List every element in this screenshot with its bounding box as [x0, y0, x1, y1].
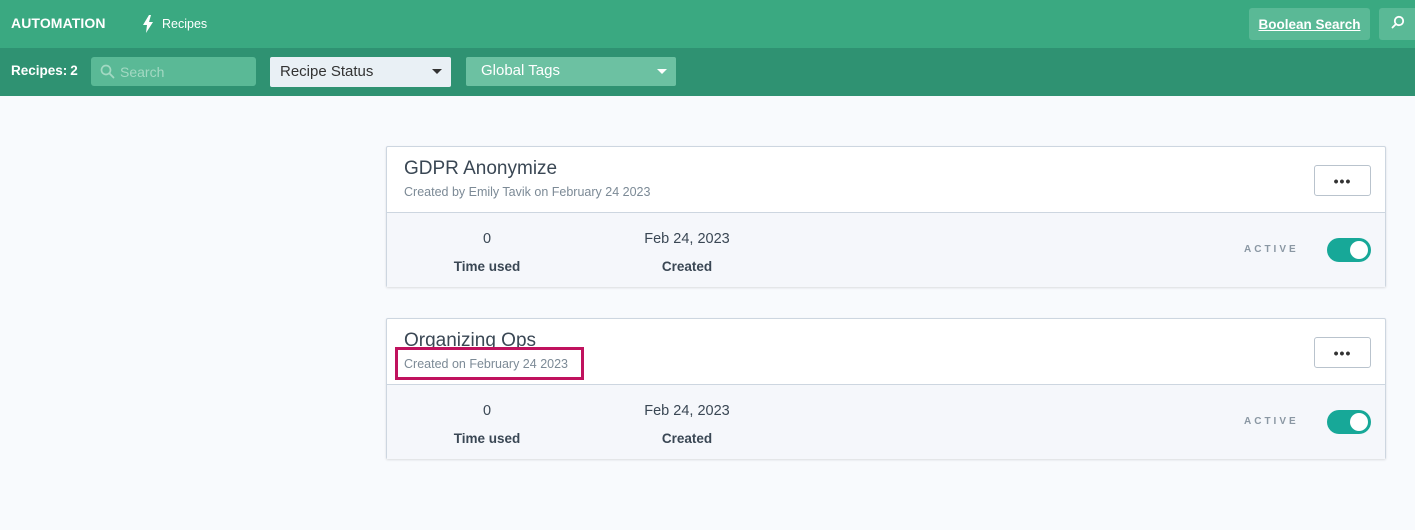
more-icon: ••• — [1333, 344, 1352, 361]
recipes-count-value: 2 — [70, 63, 78, 78]
recipe-subtitle: Created by Emily Tavik on February 24 20… — [404, 185, 651, 199]
status-label: ACTIVE — [1244, 244, 1299, 255]
created-date-value: Feb 24, 2023 — [644, 403, 730, 419]
toggle-knob — [1350, 413, 1368, 431]
recipe-card-stats: 0 Time used Feb 24, 2023 Created ACTIVE — [387, 213, 1385, 287]
created-label: Created — [661, 259, 713, 274]
recipe-card-header: GDPR Anonymize Created by Emily Tavik on… — [387, 147, 1385, 213]
status-label: ACTIVE — [1244, 416, 1299, 427]
times-used-stat: 0 Time used — [412, 403, 562, 446]
created-label: Created — [661, 431, 713, 446]
chevron-down-icon — [432, 69, 442, 74]
toggle-knob — [1350, 241, 1368, 259]
more-options-button[interactable]: ••• — [1314, 337, 1371, 368]
created-stat: Feb 24, 2023 Created — [612, 231, 762, 274]
recipe-status-dropdown[interactable]: Recipe Status — [270, 57, 451, 87]
recipe-card[interactable]: GDPR Anonymize Created by Emily Tavik on… — [386, 146, 1386, 287]
app-title[interactable]: AUTOMATION — [11, 15, 106, 31]
search-input[interactable] — [120, 57, 250, 86]
recipe-subtitle: Created on February 24 2023 — [404, 357, 568, 371]
boolean-search-button[interactable]: Boolean Search — [1249, 8, 1370, 40]
search-icon — [1391, 15, 1405, 34]
more-icon: ••• — [1333, 172, 1352, 189]
more-options-button[interactable]: ••• — [1314, 165, 1371, 196]
recipe-title[interactable]: GDPR Anonymize — [404, 158, 557, 180]
global-tags-dropdown[interactable]: Global Tags — [466, 57, 676, 86]
chevron-down-icon — [657, 69, 667, 74]
nav-recipes-label: Recipes — [162, 17, 208, 31]
times-used-value: 0 — [482, 231, 492, 247]
active-toggle[interactable] — [1327, 238, 1371, 262]
top-nav-bar: AUTOMATION Recipes Boolean Search — [0, 0, 1415, 48]
recipes-count-label: Recipes: — [11, 63, 68, 78]
times-used-label: Time used — [453, 259, 521, 274]
recipe-title[interactable]: Organizing Ops — [404, 330, 536, 352]
times-used-value: 0 — [482, 403, 492, 419]
created-stat: Feb 24, 2023 Created — [612, 403, 762, 446]
created-date-value: Feb 24, 2023 — [644, 231, 730, 247]
recipe-status-value: Recipe Status — [280, 63, 374, 80]
recipe-card[interactable]: Organizing Ops Created on February 24 20… — [386, 318, 1386, 459]
global-search-button[interactable] — [1379, 8, 1415, 40]
nav-recipes[interactable]: Recipes — [143, 13, 207, 35]
lightning-icon — [143, 15, 153, 33]
global-tags-value: Global Tags — [481, 62, 560, 79]
filter-bar: Recipes:2 Recipe Status Global Tags — [0, 48, 1415, 96]
times-used-stat: 0 Time used — [412, 231, 562, 274]
recipes-count: Recipes: 2 — [11, 63, 78, 78]
search-icon — [100, 64, 115, 84]
recipe-search-box[interactable] — [91, 57, 256, 86]
active-toggle[interactable] — [1327, 410, 1371, 434]
times-used-label: Time used — [453, 431, 521, 446]
recipe-card-stats: 0 Time used Feb 24, 2023 Created ACTIVE — [387, 385, 1385, 459]
recipe-card-header: Organizing Ops Created on February 24 20… — [387, 319, 1385, 385]
